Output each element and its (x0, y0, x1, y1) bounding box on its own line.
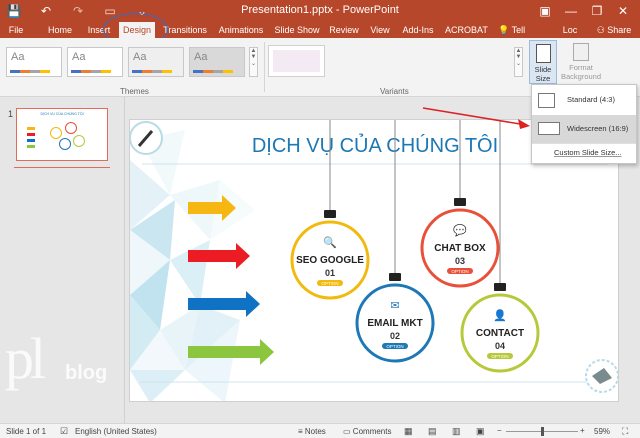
thumbnail-divider (14, 167, 110, 168)
standard-size-icon (538, 93, 555, 108)
binder-clip-icon (389, 273, 401, 281)
themes-scroll[interactable]: ▲ ▼ ⌄ (249, 47, 258, 77)
menu-divider (532, 143, 636, 144)
title-bar: 💾 ↶ ↷ ▭ ⌄ Presentation1.pptx - PowerPoin… (0, 0, 640, 22)
tab-slide-show[interactable]: Slide Show (274, 22, 320, 38)
tab-animations[interactable]: Animations (216, 22, 266, 38)
zoom-level[interactable]: 59% (594, 427, 610, 436)
tab-add-ins[interactable]: Add-Ins (400, 22, 436, 38)
tab-file[interactable]: File (4, 22, 28, 38)
theme-4[interactable]: Aa (189, 47, 245, 77)
language-status[interactable]: English (United States) (75, 427, 157, 436)
slide-size-menu: Standard (4:3) Widescreen (16:9) Custom … (531, 84, 637, 164)
service-icon: ✉ (390, 300, 399, 312)
watermark-logo: pl (5, 326, 46, 391)
service-number: 01 (325, 268, 335, 278)
service-number: 02 (390, 331, 400, 341)
theme-3[interactable]: Aa (128, 47, 184, 77)
comment-icon: ▭ (343, 427, 351, 436)
service-icon: 🔍 (323, 235, 337, 249)
slide-counter: Slide 1 of 1 (6, 427, 47, 436)
blog-watermark: pl blog (5, 330, 125, 400)
tab-acrobat[interactable]: ACROBAT (445, 22, 488, 38)
notes-button[interactable]: ≡ Notes (298, 427, 326, 436)
variants-scroll[interactable]: ▲ ▼ ⌄ (514, 47, 523, 77)
zoom-thumb[interactable] (541, 427, 544, 436)
ribbon-tabs: File Home Insert Design Transitions Anim… (0, 22, 640, 51)
themes-group-label: Themes (120, 87, 149, 96)
tell-me-box[interactable]: 💡 Tell me... (498, 22, 544, 51)
format-background-button[interactable]: Format Background (558, 40, 604, 84)
normal-view-icon[interactable]: ▦ (404, 426, 413, 437)
thumbnail-number: 1 (8, 109, 14, 119)
spellcheck-icon[interactable]: ☑ (60, 426, 68, 437)
slide-size-button[interactable]: Slide Size (529, 40, 557, 84)
watermark-text: blog (65, 362, 108, 384)
theme-office[interactable]: Aa (6, 47, 62, 77)
annotation-arrow (422, 107, 530, 129)
option-label: OPTION (386, 344, 403, 349)
service-icon: 💬 (453, 224, 467, 237)
slide-sorter-icon[interactable]: ▤ (428, 426, 437, 437)
menu-item-custom-size[interactable]: Custom Slide Size... (554, 148, 622, 157)
ribbon-separator (264, 42, 265, 92)
widescreen-size-icon (538, 122, 560, 135)
service-name: SEO GOOGLE (296, 255, 364, 266)
ribbon-options-icon[interactable]: ▣ (532, 0, 558, 22)
zoom-out-button[interactable]: − (497, 426, 502, 435)
slide-thumbnail[interactable]: DỊCH VỤ CỦA CHÚNG TÔI (16, 108, 108, 161)
variant-1[interactable] (268, 45, 325, 77)
theme-2[interactable]: Aa (67, 47, 123, 77)
share-button[interactable]: ⚇ Share (594, 22, 634, 38)
close-button[interactable]: ✕ (610, 0, 636, 22)
service-number: 04 (495, 341, 505, 351)
minimize-button[interactable]: — (558, 0, 584, 22)
menu-item-standard[interactable]: Standard (4:3) (532, 86, 636, 114)
binder-clip-icon (494, 283, 506, 291)
powerpoint-window: 💾 ↶ ↷ ▭ ⌄ Presentation1.pptx - PowerPoin… (0, 0, 640, 438)
option-label: OPTION (451, 269, 468, 274)
comments-button[interactable]: ▭ Comments (343, 427, 391, 436)
format-background-icon (573, 43, 589, 61)
tab-view[interactable]: View (367, 22, 393, 38)
restore-button[interactable]: ❐ (584, 0, 610, 22)
zoom-in-button[interactable]: + (580, 426, 585, 435)
binder-clip-icon (454, 198, 466, 206)
service-icon: 👤 (493, 309, 507, 322)
status-bar: Slide 1 of 1 ☑ English (United States) ≡… (0, 423, 640, 438)
tab-home[interactable]: Home (45, 22, 75, 38)
slideshow-view-icon[interactable]: ▣ (476, 426, 485, 437)
tab-review[interactable]: Review (327, 22, 361, 38)
service-name: CONTACT (476, 328, 524, 339)
binder-clip-icon (324, 210, 336, 218)
option-label: OPTION (491, 354, 508, 359)
service-number: 03 (455, 256, 465, 266)
slide-size-icon (536, 44, 551, 63)
reading-view-icon[interactable]: ▥ (452, 426, 461, 437)
share-icon: ⚇ (596, 25, 605, 35)
service-name: CHAT BOX (434, 243, 486, 254)
slide-title: DỊCH VỤ CỦA CHÚNG TÔI (252, 133, 498, 157)
fit-slide-icon[interactable]: ⛶ (622, 426, 628, 437)
notes-icon: ≡ (298, 427, 303, 436)
option-label: OPTION (321, 281, 338, 286)
user-name[interactable]: Loc Pham (552, 22, 588, 51)
variants-group-label: Variants (380, 87, 409, 96)
service-name: EMAIL MKT (367, 318, 422, 329)
menu-item-widescreen[interactable]: Widescreen (16:9) (532, 115, 636, 143)
lightbulb-icon: 💡 (498, 25, 510, 35)
